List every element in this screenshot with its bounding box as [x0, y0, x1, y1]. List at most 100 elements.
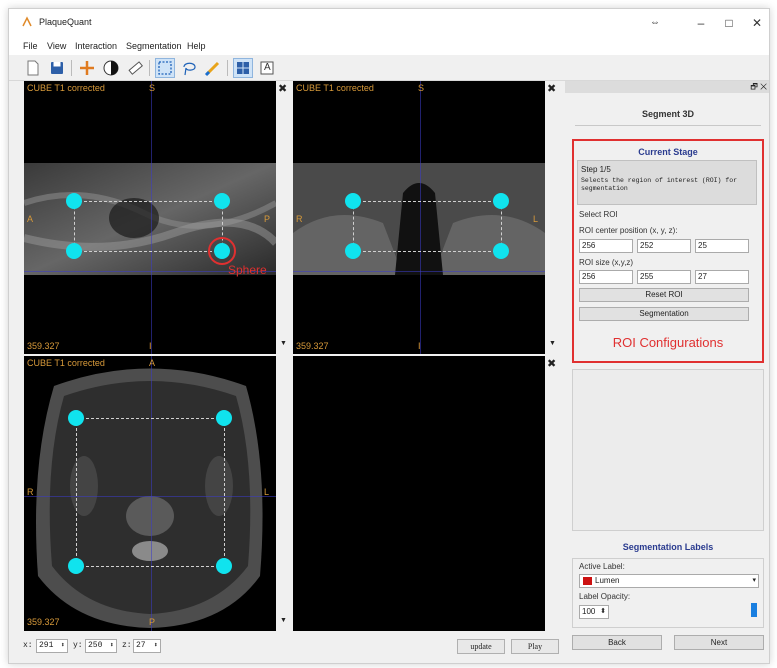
back-button[interactable]: Back	[572, 635, 662, 650]
viewport-sidebar: ✖ ▼	[545, 81, 562, 354]
active-label-caption: Active Label:	[579, 562, 625, 571]
play-button[interactable]: Play	[511, 639, 559, 654]
new-file-icon[interactable]	[23, 58, 43, 78]
coronal-image	[293, 163, 545, 275]
update-button[interactable]: update	[457, 639, 505, 654]
sagittal-image	[24, 163, 276, 275]
roi-handle[interactable]	[66, 193, 82, 209]
roi-handle[interactable]	[66, 243, 82, 259]
roi-configuration-annotation: ROI Configurations	[612, 335, 724, 350]
close-button[interactable]: ✕	[747, 15, 767, 31]
roi-select-icon[interactable]	[155, 58, 175, 78]
menu-bar: File View Interaction Segmentation Help	[9, 39, 769, 55]
roi-handle[interactable]	[216, 410, 232, 426]
roi-configuration-highlight	[572, 139, 764, 363]
maximize-button[interactable]: □	[719, 15, 739, 31]
app-logo-icon	[22, 16, 32, 27]
menu-help[interactable]: Help	[187, 41, 206, 51]
label-opacity-caption: Label Opacity:	[579, 592, 631, 601]
dock-float-close-icon[interactable]: 🗗 ✕	[750, 81, 767, 95]
chevron-down-icon: ▾	[752, 577, 756, 584]
series-label: CUBE T1 corrected	[27, 358, 105, 368]
roi-handle[interactable]	[345, 243, 361, 259]
viewport-sidebar: ▼	[276, 356, 293, 631]
ruler-icon[interactable]	[125, 58, 145, 78]
dock-header: 🗗 ✕	[565, 81, 769, 95]
viewport-sidebar: ✖	[545, 356, 562, 631]
viewport-axial[interactable]: CUBE T1 corrected A R L P 359.327	[24, 356, 276, 631]
lasso-icon[interactable]	[179, 58, 199, 78]
toolbar: A	[9, 55, 769, 81]
orientation-left: A	[27, 214, 34, 224]
orientation-left: R	[27, 487, 34, 497]
roi-handle[interactable]	[345, 193, 361, 209]
crosshair-icon[interactable]	[77, 58, 97, 78]
title-bar: PlaqueQuant ⇔ – □ ✕	[9, 9, 769, 39]
maximize-view-icon[interactable]: ✖	[547, 82, 556, 95]
brush-icon[interactable]	[203, 58, 223, 78]
maximize-view-icon[interactable]: ✖	[278, 82, 287, 95]
restore-icon[interactable]: ⇔	[645, 15, 665, 31]
window-value: 359.327	[296, 341, 329, 351]
text-annotation-icon[interactable]: A	[257, 58, 277, 78]
axial-image	[36, 368, 263, 628]
x-coordinate-input[interactable]: 291 ⬍	[36, 639, 68, 653]
window-value: 359.327	[27, 341, 60, 351]
menu-segmentation[interactable]: Segmentation	[126, 41, 182, 51]
roi-handle[interactable]	[214, 193, 230, 209]
coordinate-bar: x: 291 ⬍ y: 250 ⬍ z: 27 ⬍ update Play	[9, 633, 565, 663]
orientation-right: P	[264, 214, 271, 224]
orientation-top: A	[149, 358, 156, 368]
orientation-bottom: I	[418, 341, 421, 351]
next-button[interactable]: Next	[674, 635, 764, 650]
segmentation-labels-title: Segmentation Labels	[622, 542, 714, 552]
active-label-dropdown[interactable]: Lumen ▾	[579, 574, 759, 588]
roi-handle[interactable]	[493, 193, 509, 209]
scroll-down-icon[interactable]: ▼	[280, 617, 287, 624]
window-value: 359.327	[27, 617, 60, 627]
minimize-button[interactable]: –	[691, 15, 711, 31]
stage-content-area	[572, 369, 764, 531]
orientation-top: S	[149, 83, 156, 93]
z-label: z:	[122, 641, 132, 650]
orientation-right: L	[533, 214, 539, 224]
menu-interaction[interactable]: Interaction	[75, 41, 117, 51]
maximize-view-icon[interactable]: ✖	[547, 357, 556, 370]
roi-handle[interactable]	[68, 558, 84, 574]
panel-title: Segment 3D	[641, 109, 694, 119]
segment-3d-panel: 🗗 ✕ Segment 3D Current Stage Step 1/5 Se…	[565, 81, 769, 663]
menu-file[interactable]: File	[23, 41, 38, 51]
orientation-left: R	[296, 214, 303, 224]
window-level-icon[interactable]	[101, 58, 121, 78]
roi-handle[interactable]	[68, 410, 84, 426]
roi-handle[interactable]	[493, 243, 509, 259]
z-coordinate-input[interactable]: 27 ⬍	[133, 639, 161, 653]
menu-view[interactable]: View	[47, 41, 66, 51]
window-title: PlaqueQuant	[39, 17, 92, 27]
viewport-sagittal[interactable]: Sphere CUBE T1 corrected S A P I 359.327	[24, 81, 276, 354]
roi-handle[interactable]	[216, 558, 232, 574]
four-view-layout-icon[interactable]	[233, 58, 253, 78]
series-label: CUBE T1 corrected	[27, 83, 105, 93]
y-coordinate-input[interactable]: 250 ⬍	[85, 639, 117, 653]
viewport-3d[interactable]	[293, 356, 545, 631]
scroll-down-icon[interactable]: ▼	[280, 340, 287, 347]
sphere-annotation: Sphere	[228, 263, 267, 277]
orientation-bottom: P	[149, 617, 156, 627]
viewport-sidebar: ✖ ▼	[276, 81, 293, 354]
text-tool-glyph: A	[264, 62, 271, 73]
labels-box: Active Label: Lumen ▾ Label Opacity: 100…	[572, 558, 764, 628]
orientation-right: L	[264, 487, 270, 497]
y-label: y:	[73, 641, 83, 650]
orientation-bottom: I	[149, 341, 152, 351]
label-color-swatch	[583, 577, 592, 585]
save-icon[interactable]	[47, 58, 67, 78]
opacity-spinbox[interactable]: 100 ⬍	[579, 605, 609, 619]
x-label: x:	[23, 641, 33, 650]
scroll-down-icon[interactable]: ▼	[549, 340, 556, 347]
app-window: PlaqueQuant ⇔ – □ ✕ File View Interactio…	[8, 8, 770, 664]
opacity-slider-handle[interactable]	[751, 603, 757, 617]
orientation-top: S	[418, 83, 425, 93]
sphere-highlight	[208, 237, 236, 265]
viewport-coronal[interactable]: CUBE T1 corrected S R L I 359.327	[293, 81, 545, 354]
